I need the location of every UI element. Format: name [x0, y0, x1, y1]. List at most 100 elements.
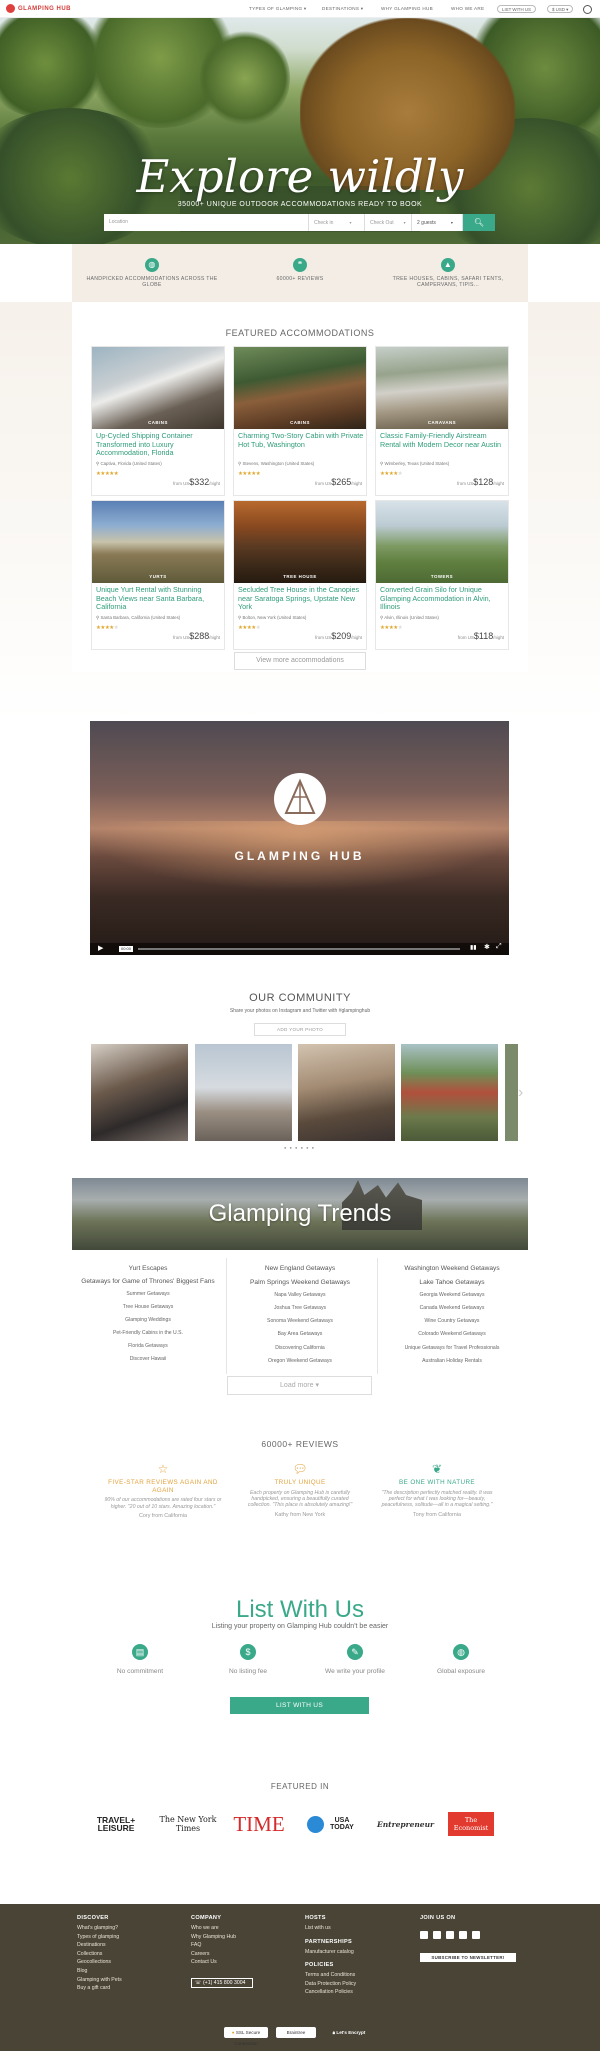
nav-why-glamping-hub[interactable]: WHY GLAMPING HUB [381, 6, 433, 11]
list-with-us-button[interactable]: LIST WITH US [230, 1697, 369, 1714]
footer-link[interactable]: Terms and Conditions [305, 1971, 356, 1980]
trends-heading: Glamping Trends [208, 1200, 392, 1227]
community-photo[interactable] [91, 1044, 188, 1141]
speech-icon: 💬︎ [292, 1462, 308, 1476]
newsletter-button[interactable]: SUBSCRIBE TO NEWSLETTER! [420, 1953, 516, 1962]
community-photo[interactable] [298, 1044, 395, 1141]
footer-link[interactable]: Who we are [191, 1924, 236, 1933]
carousel-next-icon[interactable]: › [518, 1084, 523, 1102]
footer-link[interactable]: Destinations [77, 1941, 122, 1950]
trend-link[interactable]: Summer Getaways [72, 1288, 224, 1301]
facebook-icon[interactable] [420, 1931, 428, 1939]
footer-link[interactable]: Glamping with Pets [77, 1976, 122, 1985]
location-input[interactable]: Location [104, 214, 309, 231]
accommodation-title[interactable]: Secluded Tree House in the Canopies near… [238, 585, 364, 612]
footer-link[interactable]: Cancellation Policies [305, 1988, 356, 1997]
twitter-icon[interactable] [446, 1931, 454, 1939]
footer-link[interactable]: Contact Us [191, 1958, 236, 1967]
accommodation-title[interactable]: Classic Family-Friendly Airstream Rental… [380, 431, 506, 449]
community-photo[interactable] [505, 1044, 518, 1141]
accommodation-title[interactable]: Up-Cycled Shipping Container Transformed… [96, 431, 222, 458]
footer-link[interactable]: Careers [191, 1950, 236, 1959]
trend-link[interactable]: Sonoma Weekend Getaways [224, 1315, 376, 1328]
trend-link[interactable]: Glamping Weddings [72, 1314, 224, 1327]
currency-select[interactable]: $ USD ▾ [547, 5, 574, 13]
accommodation-card[interactable]: TOWERS Converted Grain Silo for Unique G… [375, 500, 509, 650]
accommodation-title[interactable]: Unique Yurt Rental with Stunning Beach V… [96, 585, 222, 612]
nav-destinations[interactable]: DESTINATIONS ▾ [322, 6, 363, 12]
trend-link[interactable]: Australian Holiday Rentals [376, 1355, 528, 1368]
accommodation-location: ⚲ Wimberley, Texas (United States) [380, 461, 450, 466]
footer-link[interactable]: Manufacturer catalog [305, 1948, 356, 1957]
instagram-icon[interactable] [433, 1931, 441, 1939]
benefit-no-fee: $ No listing fee [203, 1644, 293, 1675]
footer-link[interactable]: Buy a gift card [77, 1984, 122, 1993]
logo-usa-today: USA TODAY [302, 1806, 362, 1842]
trend-link[interactable]: Florida Getaways [72, 1340, 224, 1353]
video-progress-bar[interactable] [138, 948, 460, 950]
trend-link[interactable]: Napa Valley Getaways [224, 1289, 376, 1302]
nav-who-we-are[interactable]: WHO WE ARE [451, 6, 484, 11]
logo[interactable]: GLAMPING HUB [6, 4, 71, 13]
user-avatar-icon[interactable] [583, 5, 592, 14]
accommodation-title[interactable]: Charming Two-Story Cabin with Private Ho… [238, 431, 364, 449]
trend-link[interactable]: Yurt Escapes [72, 1262, 224, 1276]
accommodation-card[interactable]: CABINS Charming Two-Story Cabin with Pri… [233, 346, 367, 496]
trend-link[interactable]: Bay Area Getaways [224, 1328, 376, 1341]
trend-link[interactable]: Canada Weekend Getaways [376, 1302, 528, 1315]
trend-link[interactable]: Wine Country Getaways [376, 1315, 528, 1328]
accommodation-image [92, 347, 224, 429]
trend-link[interactable]: Discovering California [224, 1342, 376, 1355]
carousel-dots[interactable]: ● ● ● ● ● ● [284, 1145, 315, 1150]
view-more-button[interactable]: View more accommodations [234, 652, 366, 670]
footer-link[interactable]: What's glamping? [77, 1924, 122, 1933]
community-photo[interactable] [401, 1044, 498, 1141]
guests-select[interactable]: 2 guests ▾ [412, 214, 463, 231]
community-photo[interactable] [195, 1044, 292, 1141]
footer-link[interactable]: FAQ [191, 1941, 236, 1950]
check-in-input[interactable]: Check in ▾ [309, 214, 365, 231]
accommodation-card[interactable]: YURTS Unique Yurt Rental with Stunning B… [91, 500, 225, 650]
trend-link[interactable]: New England Getaways [224, 1262, 376, 1276]
accommodation-title[interactable]: Converted Grain Silo for Unique Glamping… [380, 585, 506, 612]
trend-link[interactable]: Colorado Weekend Getaways [376, 1328, 528, 1341]
trend-link[interactable]: Washington Weekend Getaways [376, 1262, 528, 1276]
trend-link[interactable]: Discover Hawaii [72, 1353, 224, 1366]
price: from US$118/night [457, 631, 504, 641]
trend-link[interactable]: Unique Getaways for Travel Professionals [376, 1342, 528, 1355]
googleplus-icon[interactable] [472, 1931, 480, 1939]
trend-link[interactable]: Lake Tahoe Getaways [376, 1276, 528, 1290]
play-icon[interactable]: ▶ [98, 944, 103, 952]
accommodation-card[interactable]: CARAVANS Classic Family-Friendly Airstre… [375, 346, 509, 496]
trend-link[interactable]: Palm Springs Weekend Getaways [224, 1276, 376, 1290]
pinterest-icon[interactable] [459, 1931, 467, 1939]
footer-link[interactable]: Geocollections [77, 1958, 122, 1967]
phone-number[interactable]: ☏ (+1) 415 800 3004 [191, 1978, 253, 1988]
trend-link[interactable]: Getaways for Game of Thrones' Biggest Fa… [72, 1276, 224, 1288]
accommodation-card[interactable]: CABINS Up-Cycled Shipping Container Tran… [91, 346, 225, 496]
list-with-us-nav-button[interactable]: LIST WITH US [497, 5, 536, 13]
load-more-button[interactable]: Load more ▾ [227, 1376, 372, 1395]
volume-icon[interactable]: ▮▮ [470, 944, 477, 951]
check-out-input[interactable]: Check Out ▾ [365, 214, 412, 231]
trend-link[interactable]: Joshua Tree Getaways [224, 1302, 376, 1315]
trend-link[interactable]: Georgia Weekend Getaways [376, 1289, 528, 1302]
search-button[interactable]: 🔍︎ [463, 214, 495, 231]
add-photo-button[interactable]: ADD YOUR PHOTO [254, 1023, 346, 1036]
footer-link[interactable]: Collections [77, 1950, 122, 1959]
footer-link[interactable]: Why Glamping Hub [191, 1933, 236, 1942]
footer-link[interactable]: Types of glamping [77, 1933, 122, 1942]
video-player[interactable]: GLAMPING HUB ▶ 00:00 ▮▮ ✱ ⤢ [90, 721, 509, 955]
nav-types-of-glamping[interactable]: TYPES OF GLAMPING ▾ [249, 6, 307, 12]
footer-link[interactable]: Data Protection Policy [305, 1980, 356, 1989]
footer-discover: DISCOVER What's glamping? Types of glamp… [77, 1915, 122, 1993]
accommodation-card[interactable]: TREE HOUSE Secluded Tree House in the Ca… [233, 500, 367, 650]
footer-link[interactable]: List with us [305, 1924, 356, 1933]
fullscreen-icon[interactable]: ⤢ [496, 943, 502, 951]
leaf-icon: ❦ [431, 1462, 443, 1476]
footer-link[interactable]: Blog [77, 1967, 122, 1976]
settings-icon[interactable]: ✱ [484, 943, 490, 951]
trend-link[interactable]: Oregon Weekend Getaways [224, 1355, 376, 1368]
trend-link[interactable]: Tree House Getaways [72, 1301, 224, 1314]
trend-link[interactable]: Pet-Friendly Cabins in the U.S. [72, 1327, 224, 1340]
